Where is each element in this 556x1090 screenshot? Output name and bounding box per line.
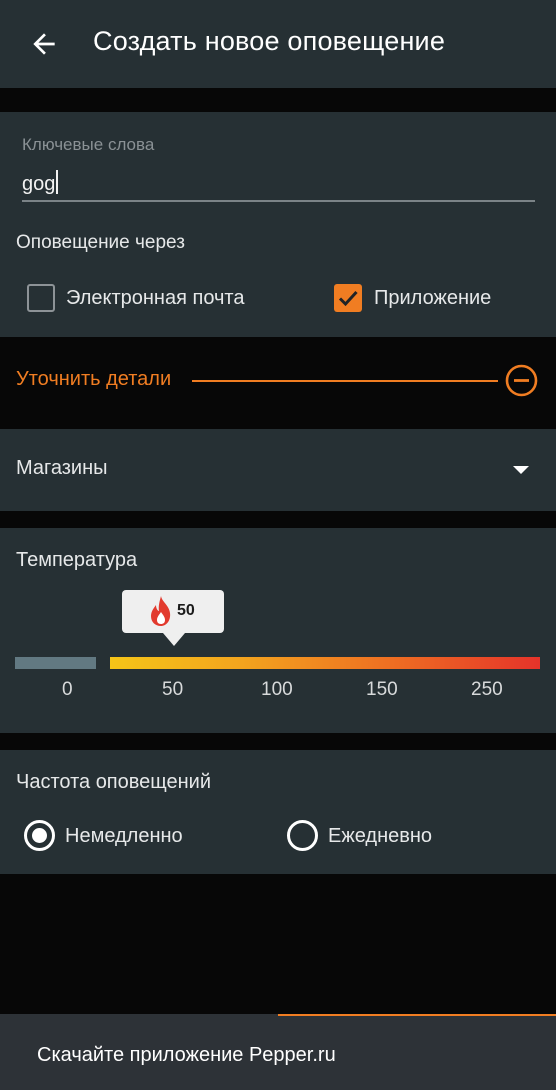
keywords-label: Ключевые слова xyxy=(22,135,155,154)
checkmark-icon xyxy=(338,290,358,307)
stores-dropdown[interactable]: Магазины xyxy=(0,429,556,511)
temperature-value: 50 xyxy=(177,602,195,619)
tick-label: 50 xyxy=(162,679,184,700)
radio-daily[interactable] xyxy=(287,820,318,851)
caret-down-icon xyxy=(513,466,529,474)
page-title: Создать новое оповещение xyxy=(93,26,446,56)
arrow-left-icon[interactable] xyxy=(28,28,60,60)
keywords-input[interactable]: gog xyxy=(22,168,535,202)
email-checkbox-label[interactable]: Электронная почта xyxy=(66,287,244,310)
tick-label: 100 xyxy=(261,679,293,700)
app-checkbox-label[interactable]: Приложение xyxy=(374,287,491,310)
temperature-tooltip: 50 xyxy=(122,590,224,646)
temperature-track-cold[interactable] xyxy=(15,657,96,669)
refine-details-row[interactable]: Уточнить детали xyxy=(0,345,556,415)
divider xyxy=(192,380,498,382)
frequency-label: Частота оповещений xyxy=(16,771,212,793)
radio-immediately[interactable] xyxy=(24,820,55,851)
radio-daily-label[interactable]: Ежедневно xyxy=(328,825,432,848)
app-checkbox[interactable] xyxy=(334,284,362,312)
refine-details-label[interactable]: Уточнить детали xyxy=(16,368,171,391)
banner-text[interactable]: Скачайте приложение Pepper.ru xyxy=(37,1044,336,1067)
banner-accent-line xyxy=(278,1014,556,1016)
flame-icon xyxy=(151,596,171,626)
minus-circle-icon[interactable] xyxy=(505,364,538,397)
tick-label: 250 xyxy=(471,679,503,700)
app-download-banner[interactable]: Скачайте приложение Pepper.ru xyxy=(0,1014,556,1090)
tick-label: 0 xyxy=(62,679,73,700)
keywords-value[interactable]: gog xyxy=(22,173,55,195)
frequency-card: Частота оповещений Немедленно Ежедневно xyxy=(0,750,556,874)
temperature-label: Температура xyxy=(16,549,138,571)
notify-via-label: Оповещение через xyxy=(16,232,185,253)
keywords-card: Ключевые слова gog Оповещение через Элек… xyxy=(0,112,556,337)
temperature-track-hot[interactable] xyxy=(110,657,540,669)
app-bar: Создать новое оповещение xyxy=(0,0,556,88)
stores-label: Магазины xyxy=(16,457,108,479)
email-checkbox[interactable] xyxy=(27,284,55,312)
temperature-card: Температура 50 0 50 100 150 250 xyxy=(0,528,556,733)
tick-label: 150 xyxy=(366,679,398,700)
radio-selected-dot xyxy=(32,828,47,843)
text-cursor xyxy=(56,170,59,194)
radio-immediately-label[interactable]: Немедленно xyxy=(65,825,183,848)
